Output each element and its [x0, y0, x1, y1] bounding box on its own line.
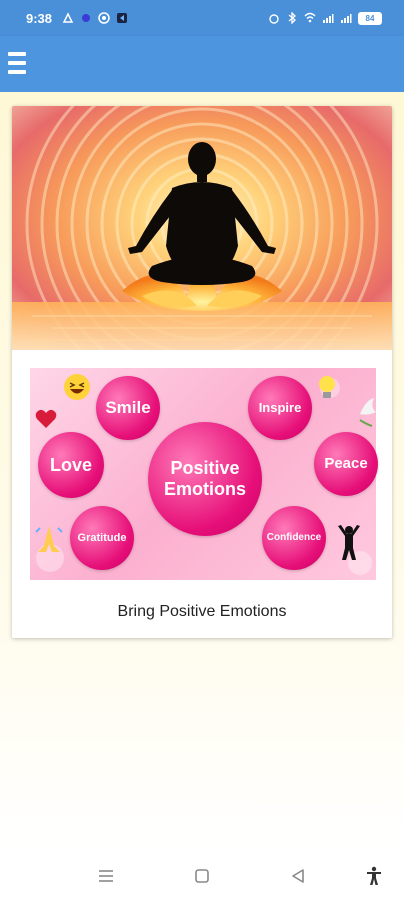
hamburger-menu-icon[interactable]	[8, 52, 26, 74]
emotion-peace: Peace	[314, 432, 378, 496]
app-square-icon	[117, 13, 128, 23]
accessibility-person-icon[interactable]	[364, 866, 384, 886]
emotion-card[interactable]: Positive Emotions Smile Inspire Love Pea…	[12, 106, 392, 638]
recents-menu-icon[interactable]	[96, 866, 116, 886]
system-nav-bar	[0, 852, 404, 900]
system-status-icons: 84	[268, 11, 382, 25]
signal-icon	[323, 14, 334, 23]
battery-icon: 84	[358, 11, 382, 25]
emotion-positive-emotions: Positive Emotions	[148, 422, 262, 536]
bluetooth-icon	[288, 12, 296, 24]
positive-emotions-image: Positive Emotions Smile Inspire Love Pea…	[30, 368, 378, 580]
notification-icons	[62, 12, 128, 24]
main-content: Positive Emotions Smile Inspire Love Pea…	[0, 92, 404, 852]
emotion-gratitude: Gratitude	[70, 506, 134, 570]
heart-icon	[35, 409, 57, 428]
network-share-icon	[62, 12, 74, 23]
emotion-smile: Smile	[96, 376, 160, 440]
status-bar: 9:38 84	[0, 0, 404, 36]
browser-icon	[98, 12, 110, 24]
back-triangle-icon[interactable]	[288, 866, 308, 886]
dove-icon	[359, 398, 376, 427]
laughing-emoji-icon	[64, 374, 90, 400]
app-notification-icon	[82, 14, 91, 22]
status-time: 9:38	[26, 10, 53, 26]
praying-hands-icon	[35, 526, 63, 552]
wifi-icon	[304, 12, 316, 23]
emotion-inspire: Inspire	[248, 376, 312, 440]
lightbulb-icon	[319, 376, 335, 398]
emotion-love: Love	[38, 432, 104, 498]
signal-icon-2	[341, 14, 352, 23]
card-title: Bring Positive Emotions	[117, 603, 287, 620]
confident-person-icon	[338, 525, 360, 560]
app-bar	[0, 36, 404, 92]
alarm-icon	[269, 14, 279, 24]
meditation-silhouette-image	[12, 106, 392, 350]
emotion-confidence: Confidence	[262, 506, 326, 570]
home-square-icon[interactable]	[192, 866, 212, 886]
